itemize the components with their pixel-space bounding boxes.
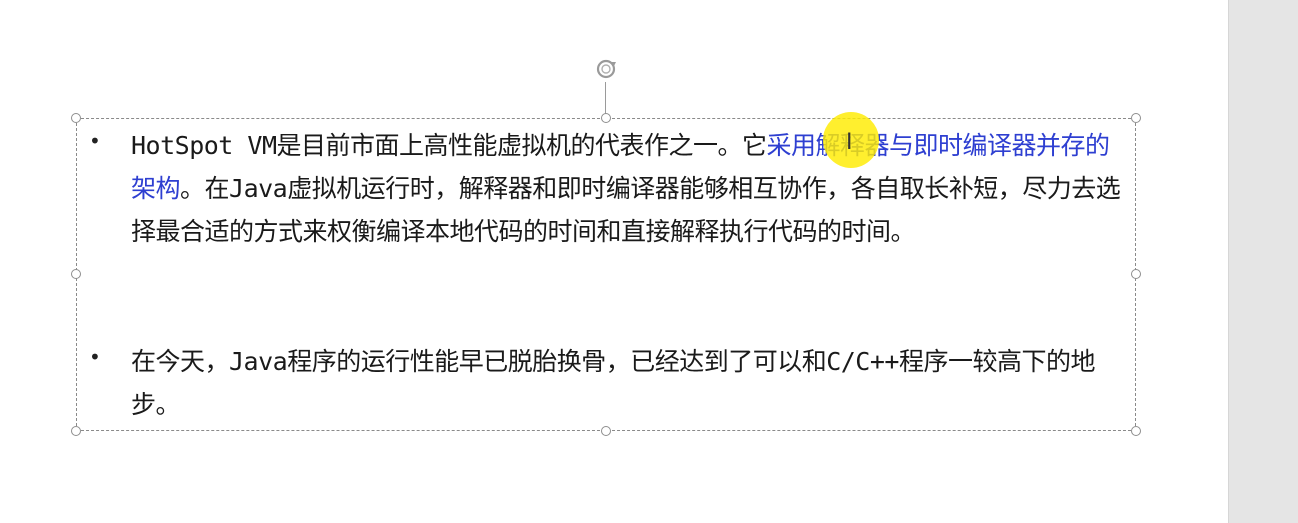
- resize-handle-top-center[interactable]: [601, 113, 611, 123]
- resize-handle-top-left[interactable]: [71, 113, 81, 123]
- rotate-handle-stem: [605, 82, 606, 114]
- resize-handle-bottom-left[interactable]: [71, 426, 81, 436]
- rotate-icon[interactable]: [592, 55, 620, 83]
- resize-handle-top-right[interactable]: [1131, 113, 1141, 123]
- resize-handle-bottom-center[interactable]: [601, 426, 611, 436]
- text-box[interactable]: • HotSpot VM是目前市面上高性能虚拟机的代表作之一。它采用解释器与即时…: [71, 113, 1141, 436]
- ibeam-cursor-icon: I: [846, 130, 853, 155]
- paragraph-text: HotSpot VM是目前市面上高性能虚拟机的代表作之一。它: [131, 131, 767, 160]
- bullet-paragraph-2[interactable]: 在今天，Java程序的运行性能早已脱胎换骨，已经达到了可以和C/C++程序一较高…: [131, 340, 1121, 426]
- bullet-paragraph-1[interactable]: HotSpot VM是目前市面上高性能虚拟机的代表作之一。它采用解释器与即时编译…: [131, 124, 1121, 253]
- bullet-marker: •: [89, 129, 101, 153]
- resize-handle-middle-right[interactable]: [1131, 269, 1141, 279]
- paragraph-text: 在今天，Java程序的运行性能早已脱胎换骨，已经达到了可以和C/C++程序一较高…: [131, 347, 1095, 419]
- bullet-marker: •: [89, 345, 101, 369]
- resize-handle-bottom-right[interactable]: [1131, 426, 1141, 436]
- right-panel: [1228, 0, 1298, 523]
- paragraph-text: 。在Java虚拟机运行时，解释器和即时编译器能够相互协作，各自取长补短，尽力去选…: [131, 174, 1121, 246]
- resize-handle-middle-left[interactable]: [71, 269, 81, 279]
